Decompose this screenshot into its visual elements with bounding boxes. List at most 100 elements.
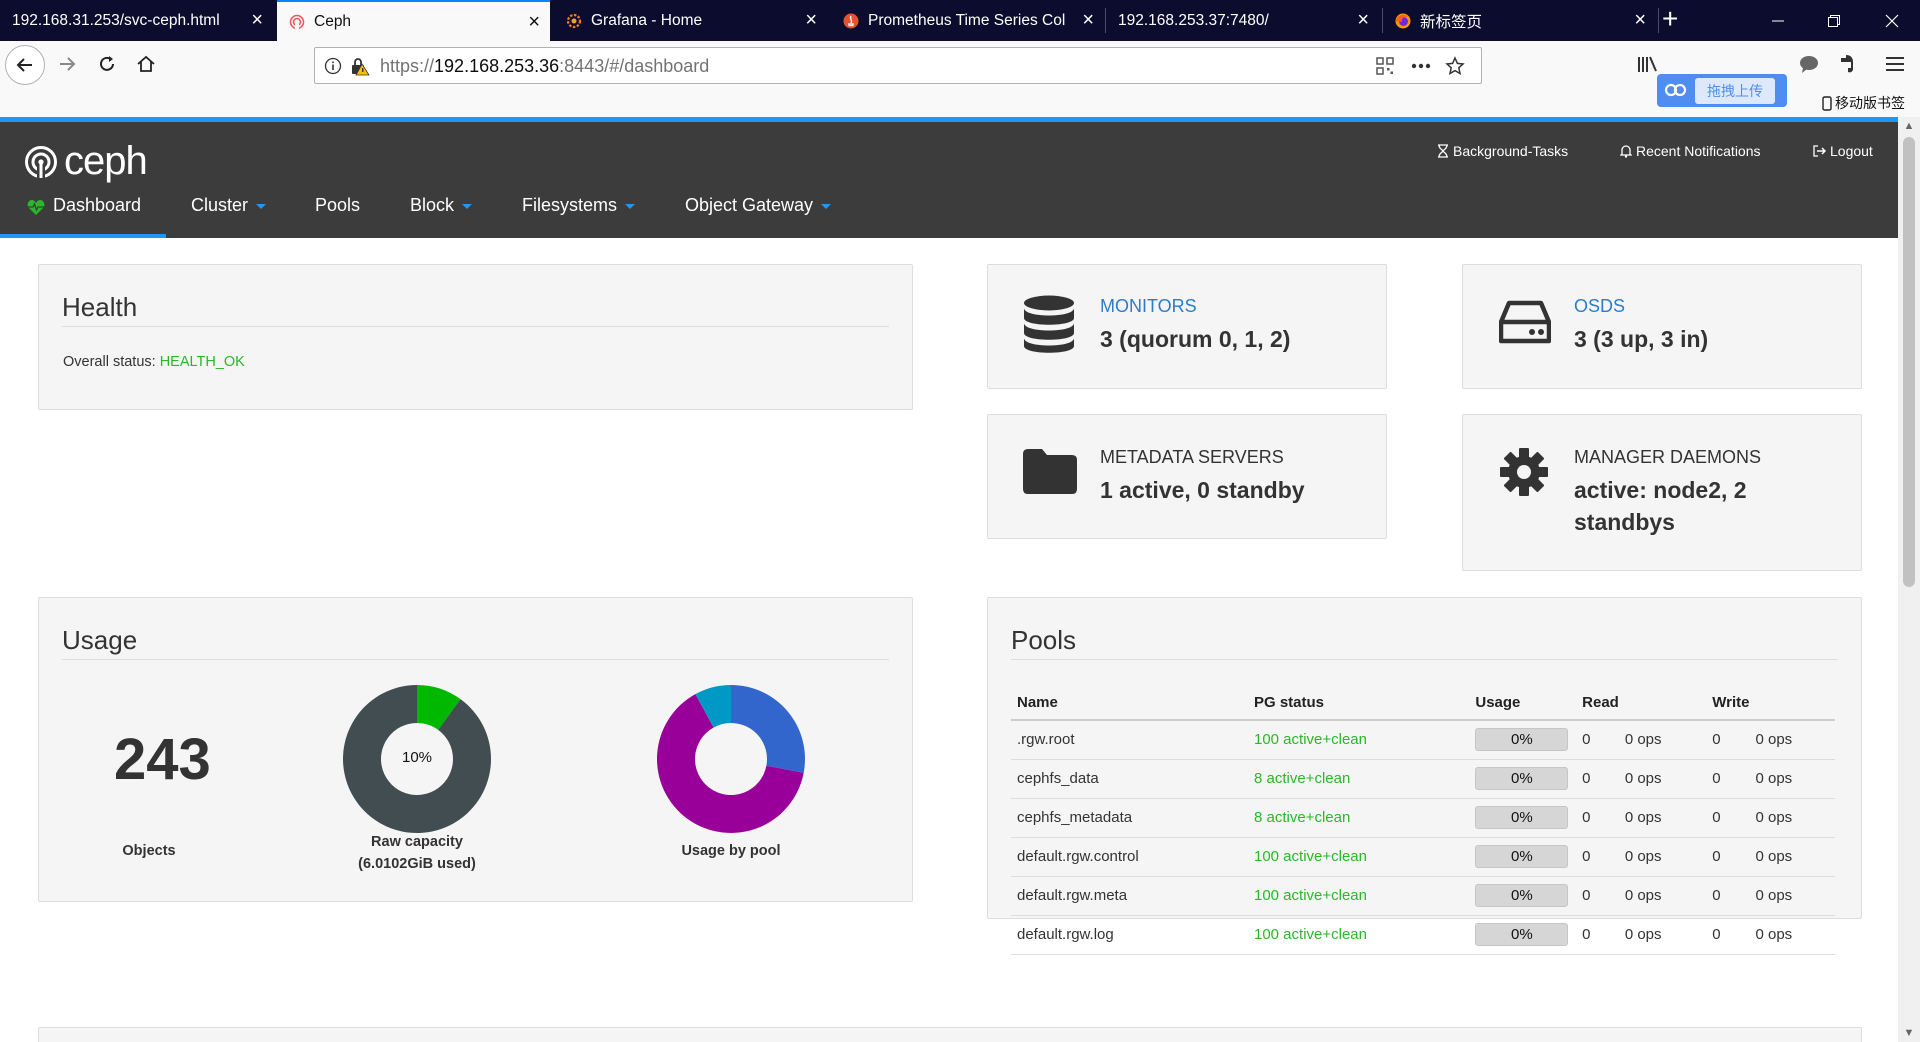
address-bar[interactable]: https://192.168.253.36:8443/#/dashboard: [314, 47, 1482, 84]
gear-icon: [1499, 447, 1549, 497]
osds-label[interactable]: OSDS: [1574, 296, 1625, 317]
reload-icon[interactable]: [92, 49, 122, 79]
home-icon[interactable]: [131, 49, 161, 79]
cloud-icon: [1665, 83, 1687, 97]
column-header-pg-status[interactable]: PG status: [1247, 686, 1470, 721]
browser-tab[interactable]: 新标签页 ×: [1383, 0, 1656, 41]
hourglass-icon: [1438, 144, 1448, 158]
pool-read: 0: [1576, 759, 1619, 799]
usage-bar: 0%: [1475, 767, 1569, 790]
browser-tab-active[interactable]: Ceph ×: [277, 0, 550, 41]
pool-write: 0: [1706, 915, 1750, 955]
url-path: :8443/#/dashboard: [559, 56, 710, 76]
health-status-label: Overall status:: [63, 354, 156, 370]
osds-value: 3 (3 up, 3 in): [1574, 326, 1709, 352]
insecure-lock-icon[interactable]: [350, 56, 370, 76]
pool-pg-status: 100 active+clean: [1247, 837, 1470, 877]
minimize-icon[interactable]: [1750, 0, 1806, 41]
scrollbar-thumb[interactable]: [1903, 137, 1915, 587]
manager-daemons-value-cont: standbys: [1574, 509, 1675, 535]
caret-down-icon: [821, 204, 832, 209]
ceph-dashboard: ceph Background-Tasks Recent Notificatio…: [0, 117, 1898, 1042]
usage-bar: 0%: [1475, 884, 1569, 907]
divider: [62, 659, 889, 660]
drag-upload-badge[interactable]: 拖拽上传: [1657, 74, 1787, 107]
nav-pools[interactable]: Pools: [315, 195, 360, 238]
pool-write-ops: 0 ops: [1749, 915, 1835, 955]
upload-label: 拖拽上传: [1695, 77, 1775, 104]
evernote-icon[interactable]: [1834, 51, 1860, 77]
bookmark-star-icon[interactable]: [1445, 56, 1465, 76]
nav-dashboard[interactable]: Dashboard: [0, 195, 166, 238]
pool-write: 0: [1706, 720, 1750, 760]
usage-bar: 0%: [1475, 845, 1569, 868]
usage-title: Usage: [62, 625, 138, 655]
close-icon[interactable]: ×: [805, 10, 817, 30]
close-icon[interactable]: ×: [528, 12, 540, 32]
browser-tab[interactable]: Prometheus Time Series Col ×: [831, 0, 1104, 41]
usage-bar: 0%: [1475, 728, 1569, 752]
column-header-read[interactable]: Read: [1576, 686, 1619, 721]
pool-pg-status: 100 active+clean: [1247, 915, 1470, 955]
nav-filesystems[interactable]: Filesystems: [522, 195, 636, 238]
qr-code-icon[interactable]: [1375, 56, 1395, 76]
page-scrollbar[interactable]: ▲ ▼: [1898, 117, 1920, 1042]
more-actions-icon[interactable]: [1411, 56, 1431, 76]
close-icon[interactable]: ×: [1357, 10, 1369, 30]
back-icon[interactable]: [5, 45, 45, 85]
ceph-logo[interactable]: ceph: [24, 139, 148, 184]
nav-cluster[interactable]: Cluster: [191, 195, 267, 238]
pool-usage-slice-0: [731, 685, 805, 773]
tab-title: Grafana - Home: [591, 11, 703, 29]
background-tasks-link[interactable]: Background-Tasks: [1437, 143, 1568, 159]
pool-pg-status: 8 active+clean: [1247, 759, 1470, 799]
logo-text: ceph: [64, 139, 148, 183]
info-icon[interactable]: [323, 56, 343, 76]
pool-usage-cell: 0%: [1469, 915, 1577, 955]
forward-icon[interactable]: [52, 49, 82, 79]
tab-title: Ceph: [314, 12, 352, 30]
close-icon[interactable]: ×: [1082, 10, 1094, 30]
caret-down-icon: [462, 204, 473, 209]
table-row: .rgw.root 100 active+clean 0% 0 0 ops 0 …: [1011, 720, 1835, 760]
column-header-usage[interactable]: Usage: [1469, 686, 1577, 721]
close-icon[interactable]: ×: [251, 10, 263, 30]
pool-write-ops: 0 ops: [1749, 798, 1835, 838]
monitors-label[interactable]: MONITORS: [1100, 296, 1197, 317]
menu-icon[interactable]: [1882, 51, 1908, 77]
close-icon[interactable]: ×: [1634, 10, 1646, 30]
pool-read-ops: 0 ops: [1618, 720, 1707, 760]
scroll-up-icon[interactable]: ▲: [1898, 117, 1920, 135]
tab-title: 192.168.253.37:7480/: [1118, 11, 1269, 29]
nav-object-gateway[interactable]: Object Gateway: [685, 195, 832, 238]
browser-tab[interactable]: 192.168.253.37:7480/ ×: [1106, 0, 1379, 41]
raw-capacity-used: (6.0102GiB used): [358, 856, 476, 872]
nav-block[interactable]: Block: [410, 195, 473, 238]
browser-tab[interactable]: 192.168.31.253/svc-ceph.html ×: [0, 0, 273, 41]
nav-filesystems-label: Filesystems: [522, 195, 618, 215]
health-status: Overall status: HEALTH_OK: [63, 354, 245, 370]
table-row: default.rgw.control 100 active+clean 0% …: [1011, 837, 1835, 877]
restore-icon[interactable]: [1806, 0, 1862, 41]
mobile-bookmarks[interactable]: 移动版书签: [1822, 93, 1905, 113]
column-header-name[interactable]: Name: [1011, 686, 1248, 721]
close-window-icon[interactable]: [1864, 0, 1920, 41]
chat-icon[interactable]: [1796, 51, 1822, 77]
browser-tab[interactable]: Grafana - Home ×: [554, 0, 827, 41]
column-header-write-ops: [1749, 686, 1835, 721]
url-text[interactable]: https://192.168.253.36:8443/#/dashboard: [380, 56, 709, 77]
scroll-down-icon[interactable]: ▼: [1898, 1024, 1920, 1042]
library-icon[interactable]: [1635, 51, 1661, 77]
pools-card: Pools Name PG status Usage Read Write .r…: [987, 597, 1862, 955]
health-title: Health: [62, 292, 138, 322]
logout-link[interactable]: Logout: [1813, 143, 1873, 159]
notifications-link[interactable]: Recent Notifications: [1620, 143, 1761, 159]
tab-separator: [1658, 8, 1659, 33]
metadata-servers-value: 1 active, 0 standby: [1100, 477, 1305, 503]
new-tab-button[interactable]: +: [1662, 4, 1678, 34]
notifications-label: Recent Notifications: [1636, 143, 1761, 159]
column-header-write[interactable]: Write: [1706, 686, 1750, 721]
pools-table: Name PG status Usage Read Write .rgw.roo…: [1011, 686, 1835, 955]
metadata-servers-card: METADATA SERVERS 1 active, 0 standby: [987, 414, 1387, 539]
nav-pools-label: Pools: [315, 195, 361, 215]
